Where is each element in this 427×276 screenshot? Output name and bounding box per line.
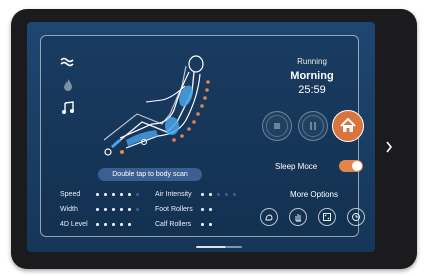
music-note-icon[interactable]	[60, 101, 76, 115]
level-dots[interactable]	[95, 221, 136, 228]
level-dot	[119, 192, 123, 196]
level-dots[interactable]	[95, 191, 144, 198]
sleep-mode-label: Sleep Moce	[275, 162, 318, 171]
level-dot	[216, 192, 220, 196]
level-dot	[111, 207, 115, 211]
stop-icon	[274, 123, 280, 129]
wave-icon[interactable]	[60, 55, 76, 69]
metric-label: 4D Level	[60, 221, 88, 228]
level-dot	[127, 222, 131, 226]
metric-label: Air Intensity	[155, 191, 192, 198]
level-dot	[200, 222, 204, 226]
level-dot	[95, 192, 99, 196]
level-dot	[127, 207, 131, 211]
flame-icon[interactable]	[60, 78, 76, 92]
level-dot	[135, 207, 139, 211]
status-block: Running Morning 25:59	[262, 57, 362, 96]
level-dot	[208, 192, 212, 196]
timer-icon	[352, 213, 360, 221]
more-options-label: More Options	[289, 190, 339, 199]
level-dot	[103, 207, 107, 211]
pause-button[interactable]	[298, 111, 328, 141]
option-foot-button[interactable]	[260, 208, 278, 226]
metric-row: 4D Level	[60, 221, 136, 231]
grid-icon	[323, 213, 331, 221]
option-grid-button[interactable]	[318, 208, 336, 226]
metric-row: Speed	[60, 191, 144, 201]
level-dot	[111, 222, 115, 226]
level-dot	[224, 192, 228, 196]
level-dot	[135, 192, 139, 196]
level-dot	[127, 192, 131, 196]
sleep-mode-toggle[interactable]	[339, 160, 363, 172]
mode-icon-list	[60, 55, 76, 124]
level-dots[interactable]	[200, 206, 217, 213]
level-dot	[95, 222, 99, 226]
level-dot	[111, 192, 115, 196]
foot-icon	[265, 214, 273, 221]
level-dot	[103, 222, 107, 226]
level-dot	[200, 207, 204, 211]
level-dot	[200, 192, 204, 196]
metric-row: Width	[60, 206, 144, 216]
level-dots[interactable]	[200, 191, 241, 198]
hand-icon	[295, 214, 301, 222]
level-dot	[95, 207, 99, 211]
home-button[interactable]	[332, 110, 364, 142]
metric-row: Foot Rollers	[155, 206, 217, 216]
remaining-time: 25:59	[298, 84, 326, 96]
level-dot	[232, 192, 236, 196]
option-timer-button[interactable]	[347, 208, 365, 226]
level-dot	[119, 222, 123, 226]
metric-row: Calf Rollers	[155, 221, 217, 231]
chair-body-illustration[interactable]	[82, 52, 222, 162]
level-dots[interactable]	[200, 221, 217, 228]
metric-label: Width	[60, 206, 78, 213]
level-dot	[119, 207, 123, 211]
program-name: Morning	[290, 70, 334, 82]
metric-label: Calf Rollers	[155, 221, 192, 228]
level-dot	[208, 207, 212, 211]
chevron-right-icon[interactable]	[385, 141, 393, 153]
body-scan-button[interactable]: Double tap to body scan	[98, 168, 202, 181]
stop-button[interactable]	[262, 111, 292, 141]
level-dots[interactable]	[95, 206, 144, 213]
home-indicator	[196, 246, 226, 248]
status-label: Running	[297, 57, 327, 66]
home-icon	[340, 117, 356, 132]
metric-label: Foot Rollers	[155, 206, 193, 213]
pause-icon	[310, 122, 316, 130]
metric-label: Speed	[60, 191, 81, 198]
level-dot	[208, 222, 212, 226]
toggle-knob	[352, 161, 362, 171]
massage-chair-screen: Running Morning 25:59 Sleep Moce More Op…	[27, 22, 375, 252]
option-hand-button[interactable]	[289, 208, 307, 226]
page-indicator	[226, 246, 242, 248]
level-dot	[103, 192, 107, 196]
metric-row: Air Intensity	[155, 191, 241, 201]
